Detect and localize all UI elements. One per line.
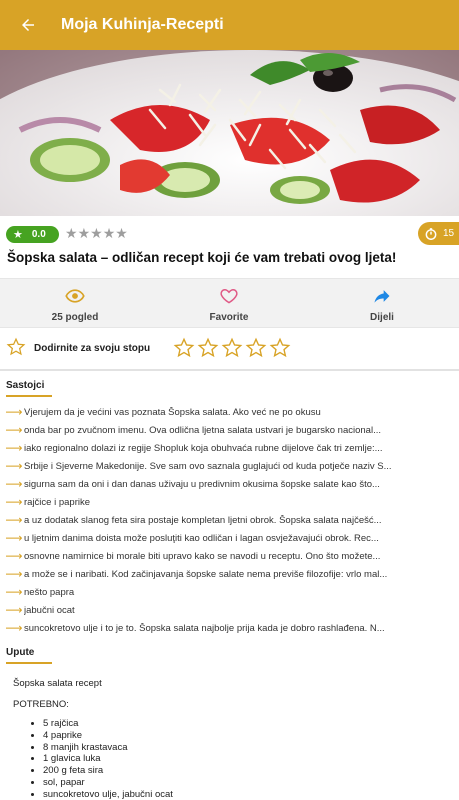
arrow-right-icon: ⟶	[5, 405, 23, 419]
prep-time-badge: 15	[418, 222, 459, 245]
list-item: ⟶ iako regionalno dolazi iz regije Shoplu…	[0, 439, 459, 457]
star-icon: ★	[65, 225, 78, 241]
app-bar: Moja Kuhinja-Recepti	[0, 0, 459, 50]
arrow-left-icon	[22, 19, 34, 31]
ingredients-heading: Sastojci	[6, 380, 52, 397]
rate-row: Dodirnite za svoju stopu	[0, 334, 459, 364]
arrow-right-icon: ⟶	[5, 531, 23, 545]
instructions-heading-line: Šopska salata recept	[13, 678, 102, 689]
arrow-right-icon: ⟶	[5, 549, 23, 563]
rate-star-5-icon[interactable]	[269, 337, 291, 359]
score-value: 0.0	[31, 229, 46, 240]
average-rating-stars: ★★★★★	[65, 225, 128, 242]
instructions-body: Šopska salata recept POTREBNO: 5 rajčica…	[13, 678, 453, 800]
heart-icon	[220, 288, 238, 304]
score-badge: ★ 0.0	[6, 226, 59, 243]
views-counter: 25 pogled	[15, 286, 135, 323]
arrow-right-icon: ⟶	[5, 603, 23, 617]
arrow-right-icon: ⟶	[5, 477, 23, 491]
eye-icon	[65, 289, 85, 303]
favorite-button[interactable]: Favorite	[169, 286, 289, 323]
rate-star-4-icon[interactable]	[245, 337, 267, 359]
heading-underline	[6, 395, 52, 397]
instructions-items: 5 rajčica 4 paprike 8 manjih krastavaca …	[43, 718, 453, 800]
star-outline-icon	[6, 337, 26, 356]
ingredients-title: Sastojci	[6, 380, 45, 391]
share-label: Dijeli	[370, 312, 394, 323]
arrow-right-icon: ⟶	[5, 441, 23, 455]
list-item: 4 paprike	[43, 730, 453, 742]
list-item: ⟶ rajčice i paprike	[0, 493, 459, 511]
arrow-right-icon: ⟶	[5, 585, 23, 599]
recipe-hero-image	[0, 50, 459, 216]
section-divider	[0, 369, 459, 371]
arrow-right-icon: ⟶	[5, 513, 23, 527]
list-item: ⟶ jabučni ocat	[0, 601, 459, 619]
instructions-heading: Upute	[6, 647, 52, 664]
share-arrow-icon	[374, 290, 390, 303]
rate-star-3-icon[interactable]	[221, 337, 243, 359]
list-item: sol, papar	[43, 777, 453, 789]
instructions-title: Upute	[6, 647, 35, 658]
arrow-right-icon: ⟶	[5, 495, 23, 509]
list-item: 200 g feta sira	[43, 765, 453, 777]
list-item: 8 manjih krastavaca	[43, 742, 453, 754]
timer-icon	[425, 227, 437, 240]
list-item: ⟶ suncokretovo ulje i to je to. Šopska sa…	[0, 619, 459, 637]
list-item: ⟶ a može se i naribati. Kod začinjavanja …	[0, 565, 459, 583]
app-title: Moja Kuhinja-Recepti	[61, 16, 224, 33]
star-icon: ★	[102, 225, 116, 241]
star-icon: ★	[77, 225, 91, 241]
instructions-needed-label: POTREBNO:	[13, 699, 69, 710]
rating-row: ★ 0.0 ★★★★★ 15	[0, 222, 459, 248]
arrow-right-icon: ⟶	[5, 423, 23, 437]
list-item: 1 glavica luka	[43, 753, 453, 765]
list-item: suncokretovo ulje, jabučni ocat	[43, 789, 453, 800]
list-item: ⟶ a uz dodatak slanog feta sira postaje k…	[0, 511, 459, 529]
favorite-label: Favorite	[209, 312, 249, 323]
list-item: ⟶ sigurna sam da oni i dan danas uživaju …	[0, 475, 459, 493]
star-icon: ★	[90, 225, 103, 241]
star-icon: ★	[13, 229, 23, 241]
rate-star-1-icon[interactable]	[173, 337, 195, 359]
rate-prompt: Dodirnite za svoju stopu	[34, 343, 151, 354]
views-label: 25 pogled	[51, 312, 99, 323]
list-item: ⟶ nešto papra	[0, 583, 459, 601]
rate-star-2-icon[interactable]	[197, 337, 219, 359]
list-item: ⟶ Vjerujem da je većini vas poznata Šopsk…	[0, 403, 459, 421]
action-bar: 25 pogled Favorite Dijeli	[0, 278, 459, 328]
recipe-title: Šopska salata – odličan recept koji će v…	[7, 250, 397, 265]
arrow-right-icon: ⟶	[5, 567, 23, 581]
arrow-right-icon: ⟶	[5, 621, 23, 635]
back-button[interactable]	[0, 0, 56, 50]
list-item: ⟶ onda bar po zvučnom imenu. Ova odlična …	[0, 421, 459, 439]
list-item: ⟶ Srbije i Sjeverne Makedonije. Sve sam o…	[0, 457, 459, 475]
share-button[interactable]: Dijeli	[322, 286, 442, 323]
prep-time-value: 15	[443, 228, 455, 239]
star-icon: ★	[115, 225, 128, 241]
list-item: ⟶ osnovne namirnice bi morale biti upravo…	[0, 547, 459, 565]
ingredients-list: ⟶ Vjerujem da je većini vas poznata Šopsk…	[0, 403, 459, 637]
heading-underline	[6, 662, 52, 664]
list-item: 5 rajčica	[43, 718, 453, 730]
list-item: ⟶ u ljetnim danima doista može posluţiti …	[0, 529, 459, 547]
arrow-right-icon: ⟶	[5, 459, 23, 473]
